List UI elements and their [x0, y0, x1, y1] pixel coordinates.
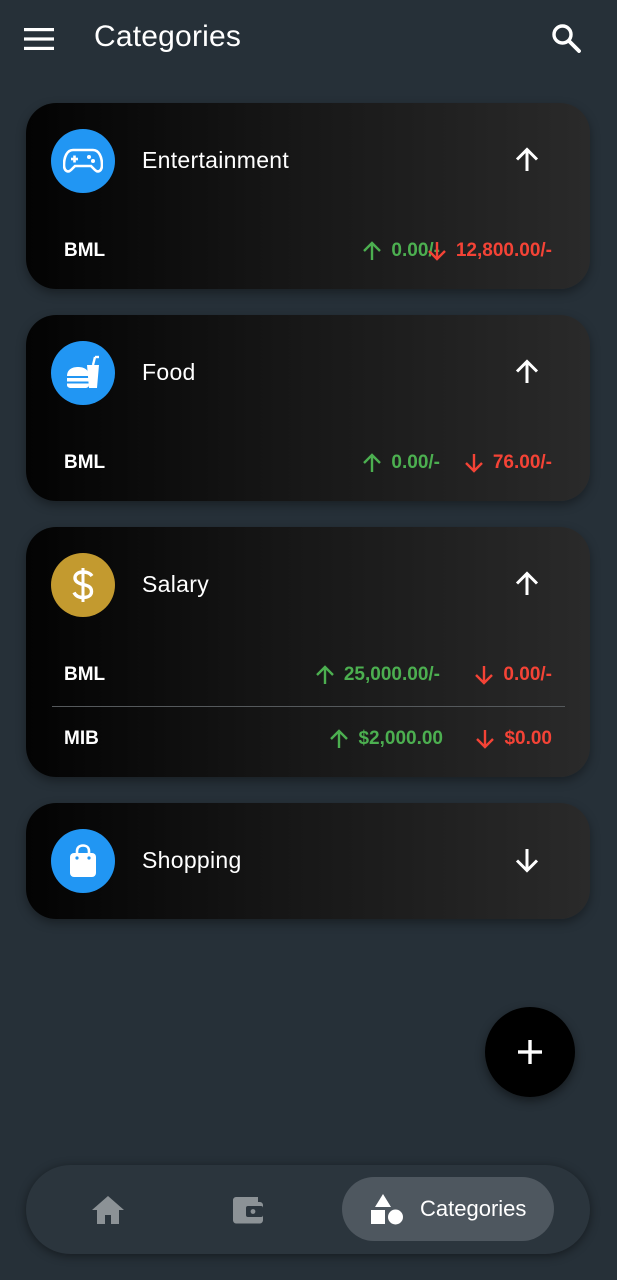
- search-button[interactable]: [544, 16, 588, 60]
- arrow-down-icon: [464, 454, 483, 473]
- plus-icon: [518, 1040, 542, 1064]
- collapse-button[interactable]: [506, 563, 548, 605]
- arrow-up-icon: [515, 571, 539, 595]
- expand-button[interactable]: [506, 839, 548, 881]
- nav-home[interactable]: [76, 1165, 140, 1254]
- category-card-entertainment[interactable]: Entertainment BML 0.00/- 12,800.00/-: [26, 103, 590, 289]
- app-bar: Categories: [0, 0, 617, 78]
- arrow-up-icon: [363, 241, 382, 260]
- shopping-bag-icon: [51, 829, 115, 893]
- category-card-shopping[interactable]: Shopping: [26, 803, 590, 919]
- account-name: BML: [64, 240, 106, 261]
- category-name: Shopping: [142, 847, 242, 873]
- expense-amount: 12,800.00/-: [427, 240, 552, 262]
- category-header: Salary: [26, 527, 590, 641]
- arrow-down-icon: [515, 849, 539, 873]
- wallet-icon: [233, 1196, 263, 1223]
- divider: [52, 706, 565, 707]
- gamepad-icon: [51, 129, 115, 193]
- menu-icon: [24, 28, 54, 50]
- nav-categories[interactable]: Categories: [342, 1177, 554, 1241]
- account-name: BML: [64, 664, 106, 685]
- arrow-up-icon: [316, 665, 334, 684]
- account-row: BML 0.00/- 12,800.00/-: [26, 230, 590, 270]
- category-header: Shopping: [26, 803, 590, 917]
- arrow-up-icon: [363, 453, 382, 472]
- nav-categories-label: Categories: [420, 1196, 527, 1221]
- arrow-up-icon: [515, 359, 539, 383]
- page-title: Categories: [94, 20, 242, 53]
- category-header: Entertainment: [26, 103, 590, 217]
- account-row: BML 25,000.00/- 0.00/-: [26, 654, 590, 694]
- nav-wallet[interactable]: [216, 1165, 280, 1254]
- collapse-button[interactable]: [506, 351, 548, 393]
- account-name: MIB: [64, 728, 99, 749]
- categories-icon: [371, 1194, 403, 1225]
- search-icon: [552, 24, 581, 53]
- menu-button[interactable]: [18, 18, 60, 60]
- income-amount: 0.00/-: [362, 452, 440, 474]
- category-card-salary[interactable]: Salary BML 25,000.00/- 0.00/- MIB $2,000…: [26, 527, 590, 777]
- bottom-navigation: Categories: [26, 1165, 590, 1254]
- category-name: Salary: [142, 571, 209, 597]
- fastfood-icon: [51, 341, 115, 405]
- arrow-up-icon: [515, 147, 539, 171]
- collapse-button[interactable]: [506, 139, 548, 181]
- expense-amount: $0.00: [475, 728, 552, 750]
- account-row: BML 0.00/- 76.00/-: [26, 442, 590, 482]
- arrow-down-icon: [476, 730, 495, 749]
- home-icon: [92, 1195, 124, 1224]
- category-name: Food: [142, 359, 196, 385]
- category-name: Entertainment: [142, 147, 290, 173]
- income-amount: $2,000.00: [329, 728, 443, 750]
- expense-amount: 76.00/-: [464, 452, 552, 474]
- category-header: Food: [26, 315, 590, 429]
- account-name: BML: [64, 452, 106, 473]
- arrow-down-icon: [475, 666, 494, 685]
- add-category-button[interactable]: [485, 1007, 575, 1097]
- dollar-icon: [51, 553, 115, 617]
- arrow-down-icon: [428, 242, 446, 261]
- arrow-up-icon: [330, 729, 349, 748]
- account-row: MIB $2,000.00 $0.00: [26, 718, 590, 758]
- expense-amount: 0.00/-: [474, 664, 552, 686]
- category-card-food[interactable]: Food BML 0.00/- 76.00/-: [26, 315, 590, 501]
- income-amount: 25,000.00/-: [315, 664, 440, 686]
